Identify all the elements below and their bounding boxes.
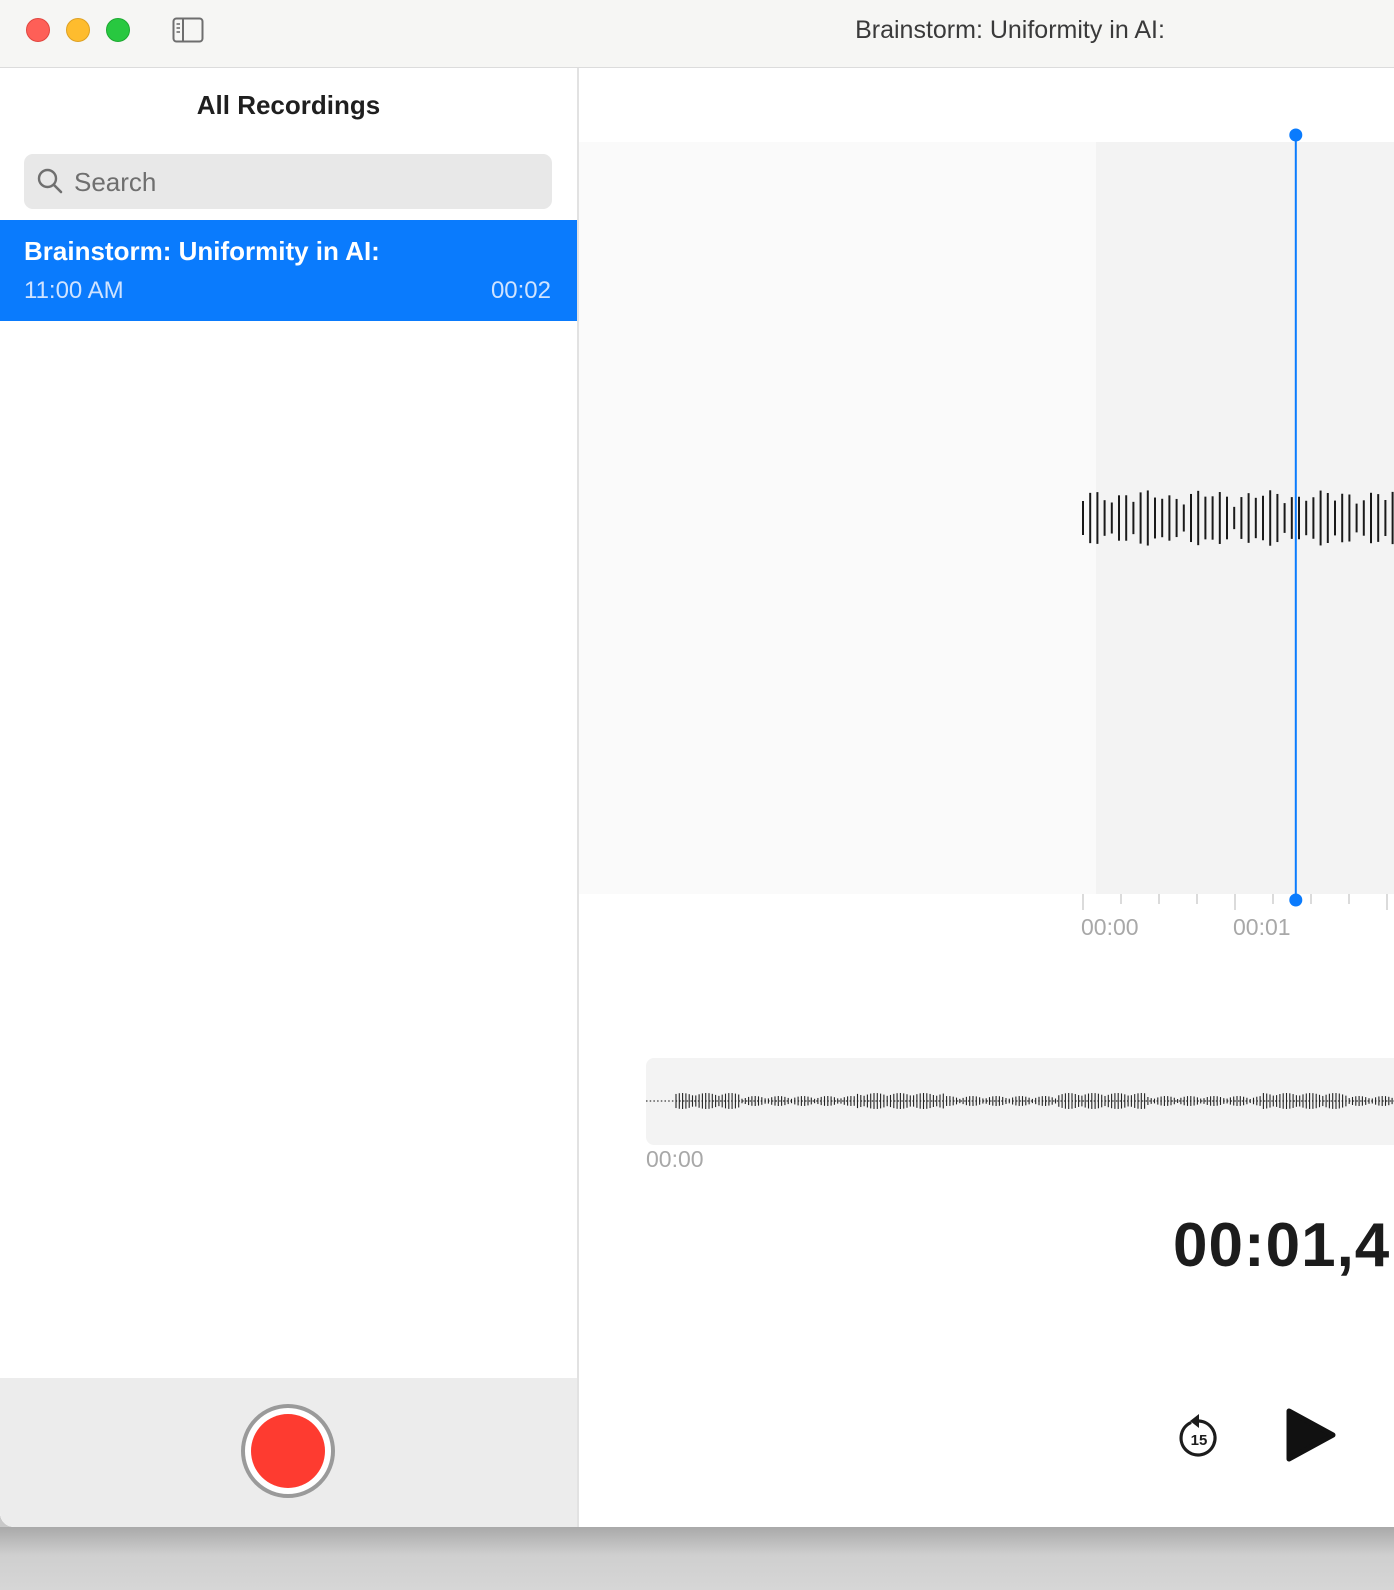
current-time: 00:01,4 [1173,1211,1391,1280]
overview-start-time: 00:00 [646,1146,704,1172]
window-title: Brainstorm: Uniformity in AI: [855,16,1165,44]
player-pane: 00:00 00:01 00:00 00:01,4 15 [579,68,1394,1527]
search-icon [36,167,64,195]
close-button[interactable] [26,18,50,42]
play-icon [1286,1408,1336,1462]
record-toolbar [0,1378,577,1527]
skip-back-15-icon: 15 [1179,1414,1217,1457]
waveform-canvas [1082,128,1394,910]
search-input[interactable] [72,154,546,211]
timeline-tick-label: 00:01 [1233,914,1291,940]
sidebar-toggle-icon[interactable] [172,17,204,43]
timeline-tick-label: 00:00 [1081,914,1139,940]
overview-waveform [646,1093,1394,1109]
record-icon [251,1414,325,1488]
recording-duration: 00:02 [490,277,551,304]
search-field[interactable] [24,154,552,211]
recording-list-item[interactable]: Brainstorm: Uniformity in AI: 11:00 AM 0… [0,220,577,321]
play-button[interactable] [1283,1406,1339,1464]
skip-back-seconds: 15 [1191,1432,1208,1449]
recording-title: Brainstorm: Uniformity in AI: [24,236,380,266]
playhead-top-handle [1289,128,1303,142]
skip-back-button[interactable]: 15 [1177,1410,1221,1460]
voice-memos-window: Brainstorm: Uniformity in AI: All Record… [0,0,1394,1527]
overview-scrubber[interactable] [646,1058,1394,1145]
minimize-button[interactable] [66,18,90,42]
sidebar-heading: All Recordings [196,90,381,120]
sidebar: All Recordings Brainstorm: Uniformity in… [0,68,577,1527]
record-button[interactable] [241,1404,335,1498]
playhead-bottom-handle [1289,893,1303,907]
recording-time: 11:00 AM [24,277,124,304]
title-bar: Brainstorm: Uniformity in AI: [0,0,1394,68]
zoom-button[interactable] [106,18,130,42]
desktop-shadow [0,1527,1394,1590]
